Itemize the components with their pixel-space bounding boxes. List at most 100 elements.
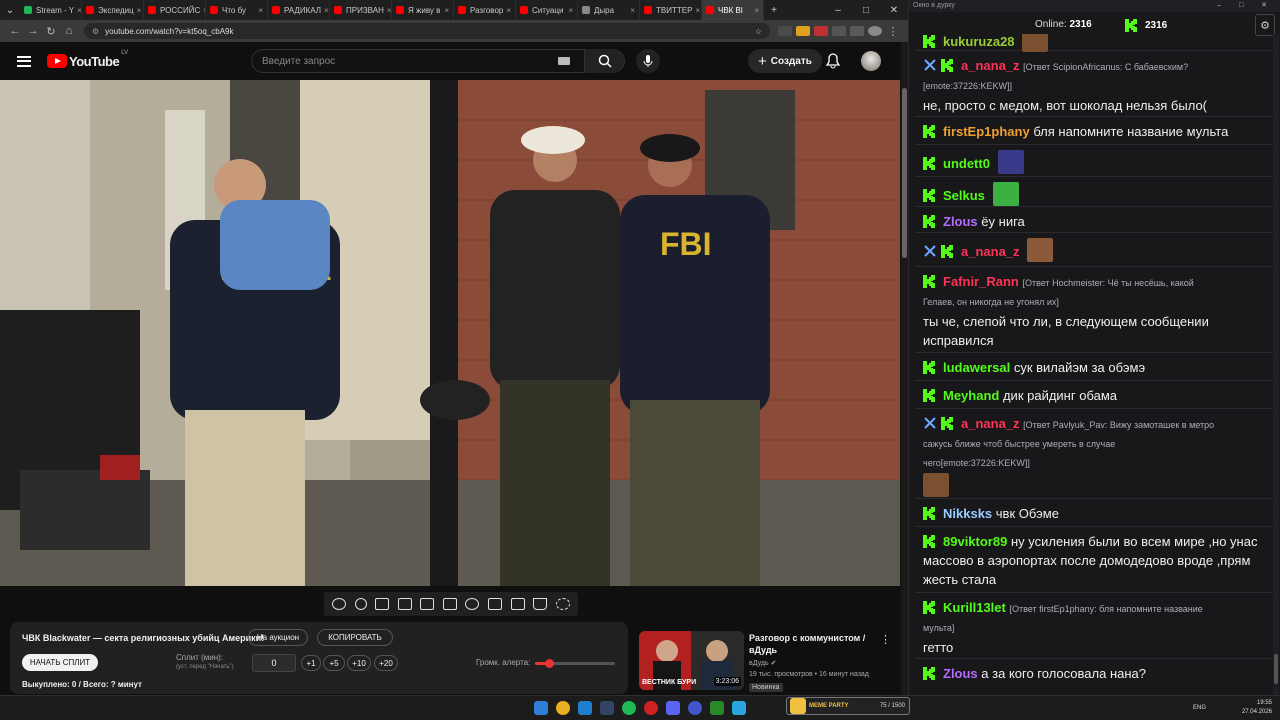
chat-username[interactable]: Zlous	[943, 214, 978, 229]
chat-scrollbar-thumb[interactable]	[1274, 654, 1278, 684]
plus-5-button[interactable]: +5	[323, 655, 345, 671]
keyboard-icon[interactable]	[558, 57, 570, 65]
browser-tab[interactable]: Stream - Y ×	[20, 0, 82, 20]
browser-tab[interactable]: РАДИКАЛ ×	[268, 0, 330, 20]
plus-20-button[interactable]: +20	[374, 655, 398, 671]
telegram-icon[interactable]	[732, 701, 746, 715]
picture-in-picture-icon[interactable]	[420, 598, 435, 610]
gear-icon[interactable]	[555, 598, 570, 610]
plus-1-button[interactable]: +1	[301, 655, 321, 671]
chat-message[interactable]: a_nana_z [Ответ ScipionAfricanus: С баба…	[923, 56, 1271, 115]
minimize-icon[interactable]: –	[824, 5, 852, 16]
scrollbar-thumb[interactable]	[902, 88, 907, 258]
url-field[interactable]: ⚙ youtube.com/watch?v=kt5oq_cbA9k ☆	[84, 23, 770, 39]
tab-close-icon[interactable]: ×	[74, 6, 81, 15]
home-icon[interactable]: ⌂	[60, 25, 78, 37]
forward-icon[interactable]: →	[24, 25, 42, 37]
tab-close-icon[interactable]: ×	[134, 6, 142, 15]
tab-close-icon[interactable]: ×	[384, 6, 391, 15]
browser-tab[interactable]: ТВИТТЕР ×	[640, 0, 702, 20]
chat-username[interactable]: Selkus	[943, 188, 985, 203]
chat-username[interactable]: Nikksks	[943, 506, 992, 521]
extension-icon[interactable]	[778, 26, 792, 36]
steam-icon[interactable]	[600, 701, 614, 715]
chat-username[interactable]: Fafnir_Rann	[943, 274, 1019, 289]
voice-search-button[interactable]	[636, 49, 660, 73]
browser-tab[interactable]: Дыра ×	[578, 0, 640, 20]
create-button[interactable]: + Создать	[748, 49, 822, 73]
clapper-icon[interactable]	[397, 598, 412, 610]
tab-close-icon[interactable]: ×	[692, 6, 700, 15]
profile-icon[interactable]	[868, 26, 882, 36]
maximize-icon[interactable]: □	[852, 5, 880, 16]
chat-username[interactable]: a_nana_z	[961, 416, 1020, 431]
tab-close-icon[interactable]: ×	[565, 6, 573, 15]
search-box[interactable]: Введите запрос	[251, 49, 625, 73]
app-icon[interactable]	[710, 701, 724, 715]
window-controls[interactable]: – □ ✕	[1217, 1, 1275, 9]
chat-message[interactable]: Zlous а за кого голосовала нана?	[923, 664, 1271, 683]
chrome-icon[interactable]	[556, 701, 570, 715]
browser-tab[interactable]: Экспедиц ×	[82, 0, 144, 20]
more-options-icon[interactable]: ⋮	[880, 633, 891, 646]
split-minutes-input[interactable]: 0	[252, 654, 296, 672]
tab-close-icon[interactable]: ×	[627, 6, 635, 15]
chat-message[interactable]: Selkus	[923, 182, 1271, 206]
alert-volume-handle[interactable]	[545, 659, 555, 668]
player-icon[interactable]	[688, 701, 702, 715]
film-icon[interactable]	[442, 598, 457, 610]
chat-message[interactable]: firstEp1phany бля напомните название мул…	[923, 122, 1271, 141]
auction-button[interactable]: На аукцион	[248, 629, 308, 646]
edge-icon[interactable]	[578, 701, 592, 715]
downloads-icon[interactable]	[850, 26, 864, 36]
chat-message[interactable]: Zlous ёу нига	[923, 212, 1271, 231]
chat-username[interactable]: Zlous	[943, 666, 978, 681]
reload-icon[interactable]: ↻	[42, 25, 60, 38]
chat-username[interactable]: Meyhand	[943, 388, 999, 403]
chat-message[interactable]: Fafnir_Rann [Ответ Hochmeister: Чё ты не…	[923, 272, 1271, 350]
app-icon[interactable]	[644, 701, 658, 715]
extension-icon[interactable]	[796, 26, 810, 36]
loop-icon[interactable]	[332, 598, 347, 610]
chat-message[interactable]: Meyhand дик райдинг обама	[923, 386, 1271, 405]
plus-10-button[interactable]: +10	[347, 655, 371, 671]
chat-username[interactable]: a_nana_z	[961, 58, 1020, 73]
chat-message[interactable]: ludawersal сук вилайэм за обэмэ	[923, 358, 1271, 377]
export-icon[interactable]	[487, 598, 502, 610]
browser-tab[interactable]: Ситуаци ×	[516, 0, 578, 20]
site-info-icon[interactable]: ⚙	[92, 27, 99, 36]
browser-tab[interactable]: РОССИЙС×	[144, 0, 206, 20]
bookmark-star-icon[interactable]: ☆	[755, 27, 762, 36]
chat-username[interactable]: a_nana_z	[961, 244, 1020, 259]
spotify-icon[interactable]	[622, 701, 636, 715]
recommended-channel[interactable]: вДудь ✔	[749, 659, 776, 667]
chat-username[interactable]: 89viktor89	[943, 534, 1007, 549]
new-tab-button[interactable]: +	[764, 5, 784, 16]
chat-message[interactable]: undett0	[923, 150, 1271, 174]
browser-tab[interactable]: ЧВК Bl ×	[702, 0, 764, 20]
tab-list-button[interactable]: ⌄	[0, 5, 20, 16]
browser-tab[interactable]: ПРИЗВАН ×	[330, 0, 392, 20]
browser-tab[interactable]: Что бу ×	[206, 0, 268, 20]
chat-username[interactable]: undett0	[943, 156, 990, 171]
search-button[interactable]	[584, 49, 624, 73]
chat-message[interactable]: Nikksks чвк Обэме	[923, 504, 1271, 523]
speed-icon[interactable]	[465, 598, 480, 610]
browser-menu-icon[interactable]: ⋮	[884, 25, 902, 38]
discord-icon[interactable]	[666, 701, 680, 715]
flask-icon[interactable]	[533, 598, 548, 610]
alert-volume-slider[interactable]	[535, 659, 615, 668]
broadcast-icon[interactable]	[354, 598, 367, 610]
tab-close-icon[interactable]: ×	[751, 6, 759, 15]
tab-close-icon[interactable]: ×	[255, 6, 263, 15]
tab-close-icon[interactable]: ×	[503, 6, 511, 15]
chat-username[interactable]: firstEp1phany	[943, 124, 1030, 139]
tab-close-icon[interactable]: ×	[441, 6, 449, 15]
chat-message[interactable]: 89viktor89 ну усиления были во всем мире…	[923, 532, 1271, 589]
close-icon[interactable]: ✕	[880, 5, 908, 16]
browser-tab[interactable]: Я живу в ×	[392, 0, 454, 20]
recommended-video-title[interactable]: Разговор с коммунистом / вДудь	[749, 632, 875, 656]
back-icon[interactable]: ←	[6, 25, 24, 37]
camera-icon[interactable]	[510, 598, 525, 610]
browser-tab[interactable]: Разговор ×	[454, 0, 516, 20]
